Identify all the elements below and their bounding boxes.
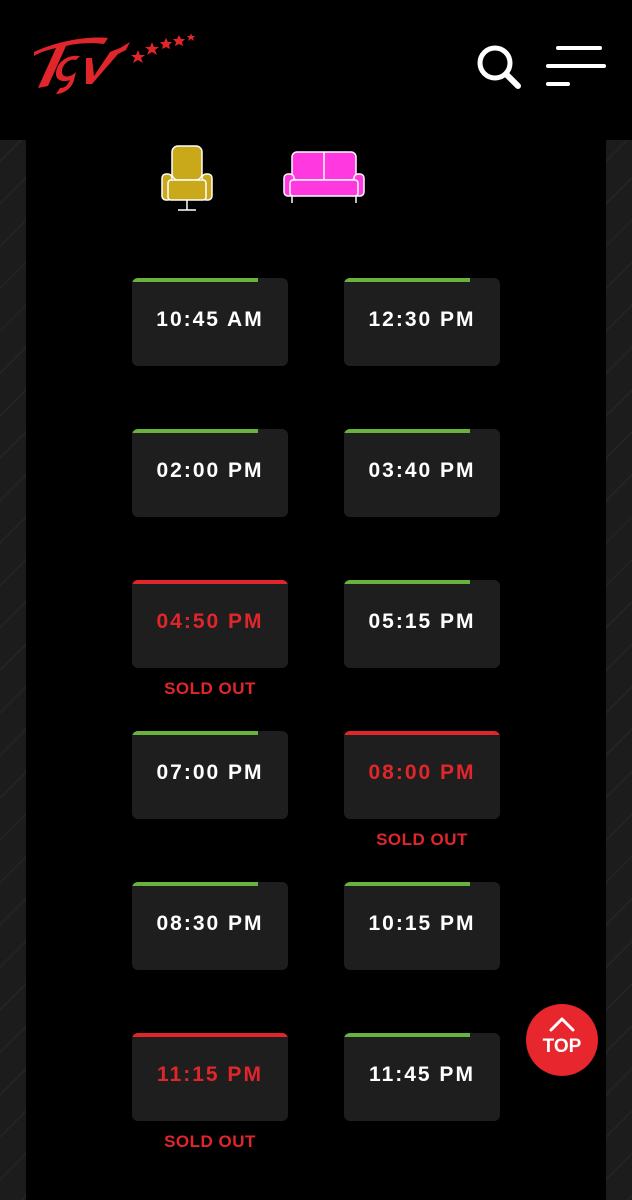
hamburger-menu-icon[interactable] (542, 42, 608, 92)
showtime-slot[interactable]: 03:40 PM (344, 429, 500, 517)
showtime-time: 08:30 PM (156, 912, 264, 935)
left-texture-gutter (0, 140, 26, 1200)
availability-bar (132, 278, 258, 282)
showtime-slot[interactable]: 02:00 PM (132, 429, 288, 517)
availability-bar (132, 882, 258, 886)
showtime-time: 10:15 PM (368, 912, 476, 935)
showtime-time: 08:00 PM (368, 761, 476, 784)
top-label: TOP (542, 1036, 582, 1057)
showtime-time: 11:15 PM (157, 1063, 263, 1086)
availability-bar (344, 580, 470, 584)
showtime-slot[interactable]: 07:00 PM (132, 731, 288, 819)
single-seat-icon (161, 145, 213, 211)
sold-out-bar (344, 731, 500, 735)
showtime-time: 03:40 PM (368, 459, 476, 482)
tgv-logo[interactable] (30, 22, 200, 102)
showtime-slot[interactable]: 10:45 AM (132, 278, 288, 366)
showtime-slot-sold-out: 08:00 PM (344, 731, 500, 819)
sold-out-bar (132, 1033, 288, 1037)
showtime-slot-sold-out: 11:15 PM (132, 1033, 288, 1121)
showtime-slot[interactable]: 10:15 PM (344, 882, 500, 970)
availability-bar (132, 429, 258, 433)
showtime-time: 12:30 PM (368, 308, 476, 331)
showtime-slot[interactable]: 12:30 PM (344, 278, 500, 366)
top-header (0, 0, 632, 140)
showtime-time: 07:00 PM (156, 761, 264, 784)
showtimes-panel: 10:45 AM 12:30 PM 02:00 PM 03:40 PM 04:5… (26, 140, 606, 1200)
availability-bar (132, 731, 258, 735)
availability-bar (344, 1033, 470, 1037)
right-texture-gutter (606, 140, 632, 1200)
showtime-slot[interactable]: 11:45 PM (344, 1033, 500, 1121)
showtime-time: 11:45 PM (369, 1063, 475, 1086)
showtime-time: 04:50 PM (156, 610, 264, 633)
couple-seat-icon (283, 151, 365, 203)
showtime-slot[interactable]: 08:30 PM (132, 882, 288, 970)
availability-bar (344, 882, 470, 886)
showtime-time: 02:00 PM (156, 459, 264, 482)
scroll-to-top-button[interactable]: TOP (526, 1004, 598, 1076)
showtime-slot[interactable]: 05:15 PM (344, 580, 500, 668)
sold-out-label: SOLD OUT (376, 830, 468, 849)
showtime-time: 05:15 PM (368, 610, 476, 633)
availability-bar (344, 278, 470, 282)
chevron-up-icon (549, 1017, 575, 1032)
sold-out-label: SOLD OUT (164, 1132, 256, 1151)
availability-bar (344, 429, 470, 433)
search-icon[interactable] (474, 42, 524, 92)
sold-out-bar (132, 580, 288, 584)
showtime-time: 10:45 AM (156, 308, 264, 331)
sold-out-label: SOLD OUT (164, 679, 256, 698)
app-page: 10:45 AM 12:30 PM 02:00 PM 03:40 PM 04:5… (0, 0, 632, 1200)
showtime-slot-sold-out: 04:50 PM (132, 580, 288, 668)
